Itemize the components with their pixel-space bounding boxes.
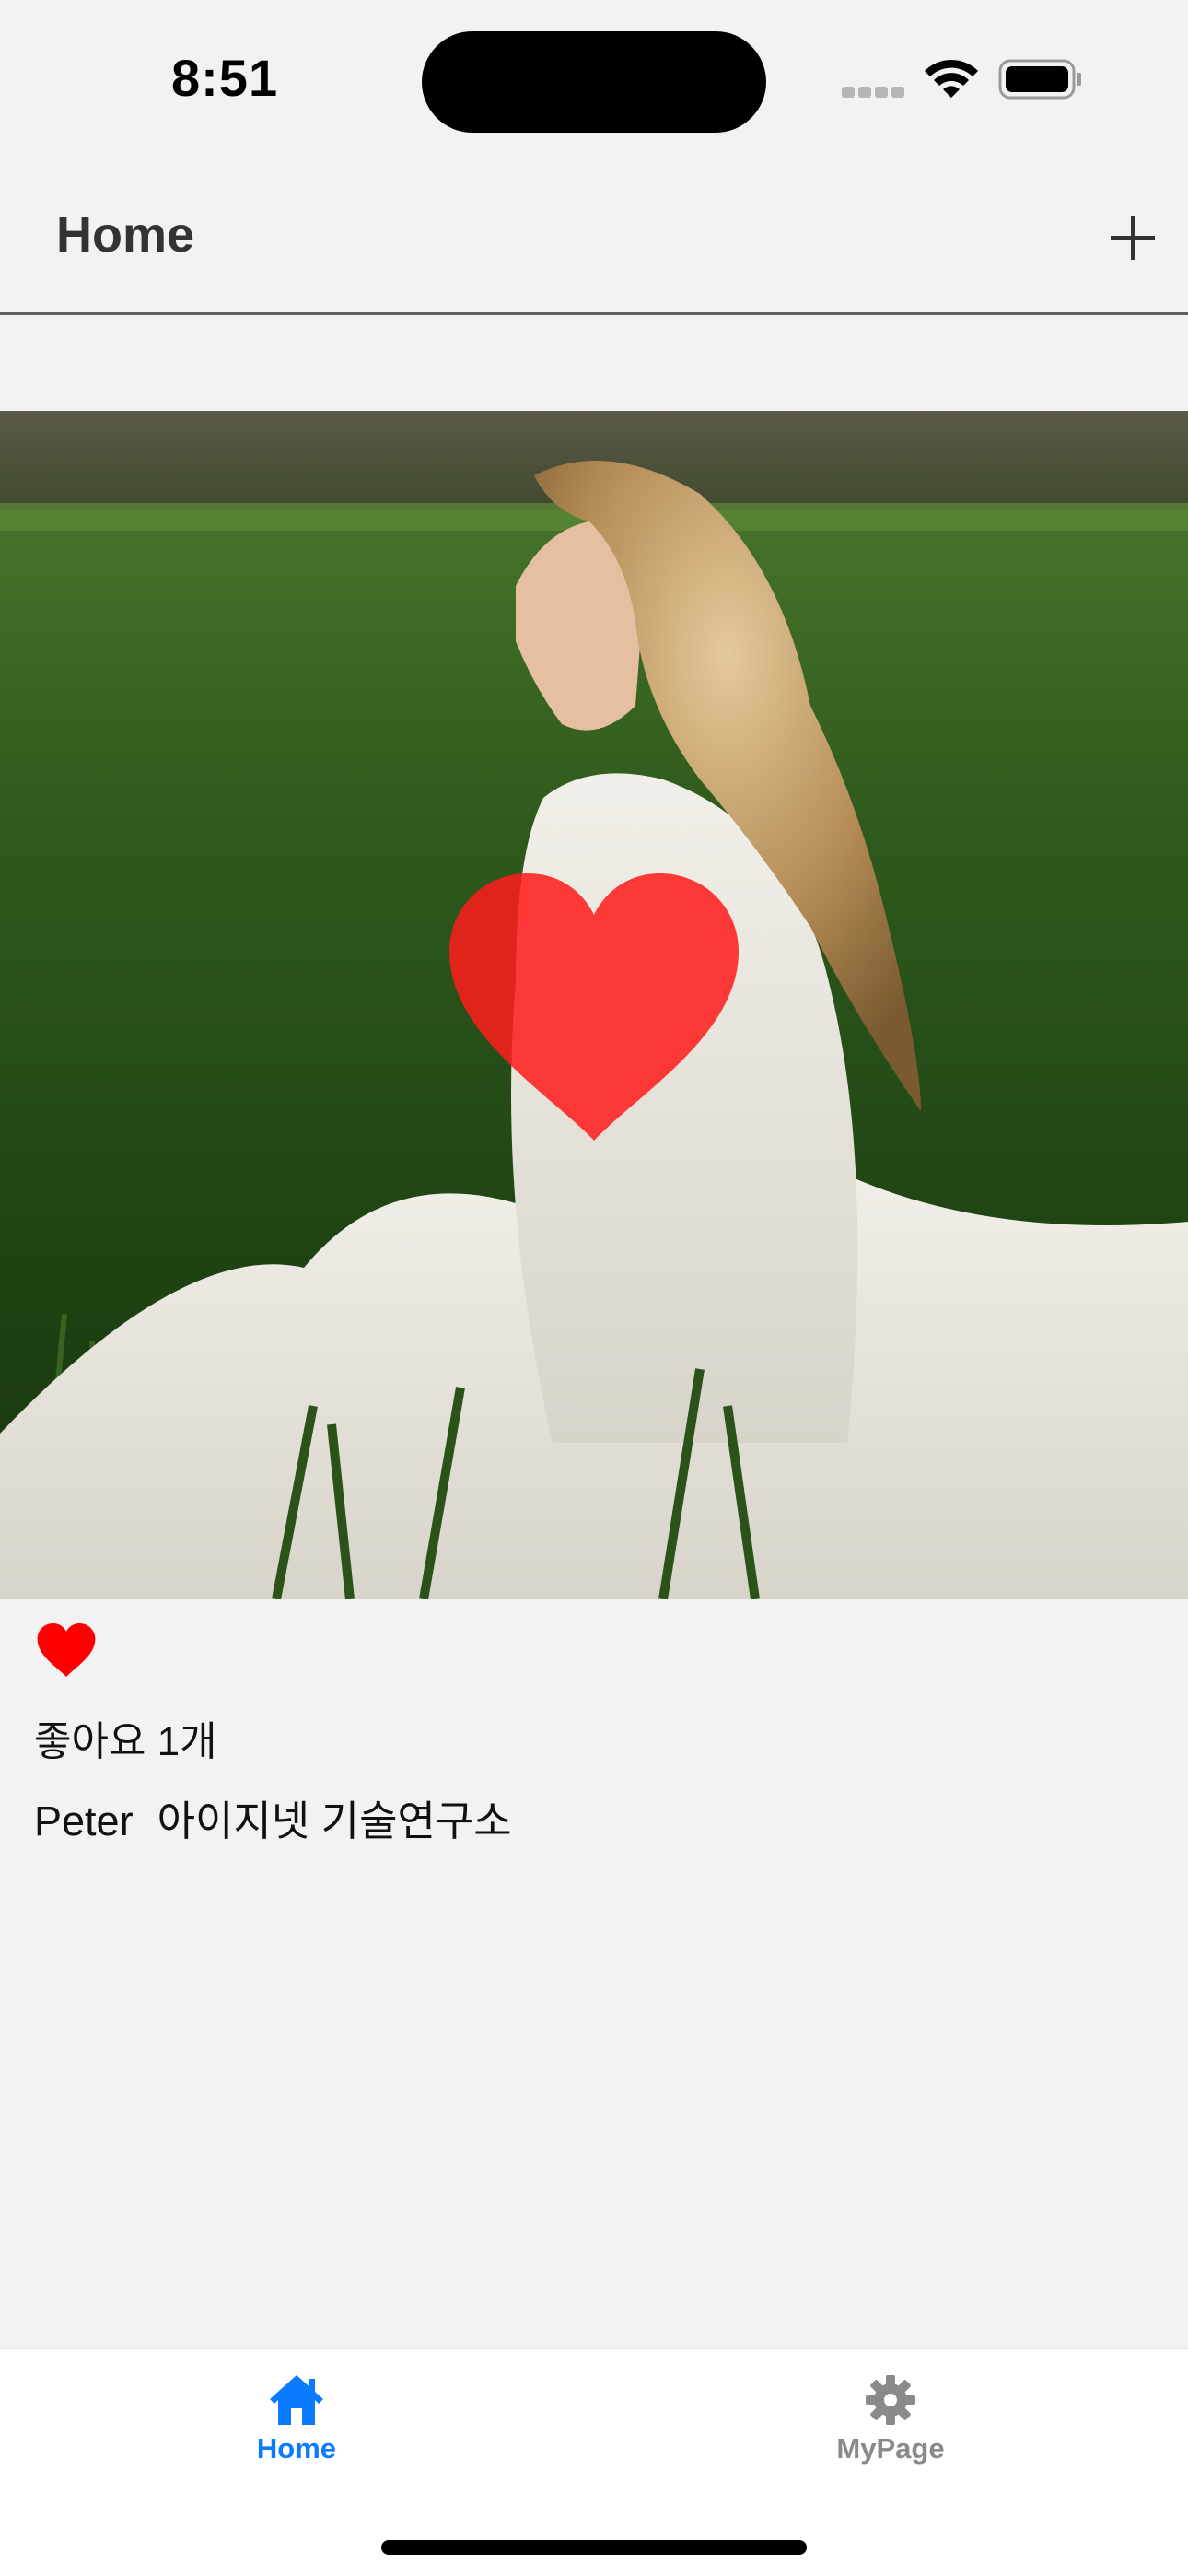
like-button[interactable] — [37, 1623, 96, 1677]
house-icon — [270, 2375, 323, 2425]
tab-home-label: Home — [256, 2432, 337, 2465]
gear-icon — [866, 2375, 915, 2425]
add-post-button[interactable] — [1103, 208, 1162, 267]
post-caption: Peter 아이지넷 기술연구소 — [34, 1787, 512, 1847]
tab-mypage-label: MyPage — [836, 2432, 945, 2465]
page-title: Home — [56, 207, 195, 263]
like-count: 좋아요 1개 — [34, 1719, 217, 1764]
heart-filled-icon — [37, 1623, 96, 1677]
navigation-bar: Home — [0, 157, 1188, 315]
tab-home[interactable]: Home — [177, 2373, 416, 2484]
battery-icon — [998, 59, 1081, 100]
cellular-signal-icon — [842, 87, 906, 98]
home-indicator[interactable] — [381, 2540, 807, 2555]
dynamic-island — [422, 31, 766, 133]
wifi-icon — [925, 59, 978, 98]
caption-text: 아이지넷 기술연구소 — [157, 1797, 512, 1844]
status-time: 8:51 — [171, 49, 279, 107]
tab-mypage[interactable]: MyPage — [771, 2373, 1010, 2484]
like-animation-heart-icon — [449, 873, 739, 1141]
author-name[interactable]: Peter — [34, 1797, 134, 1844]
status-bar: 8:51 — [0, 0, 1188, 157]
